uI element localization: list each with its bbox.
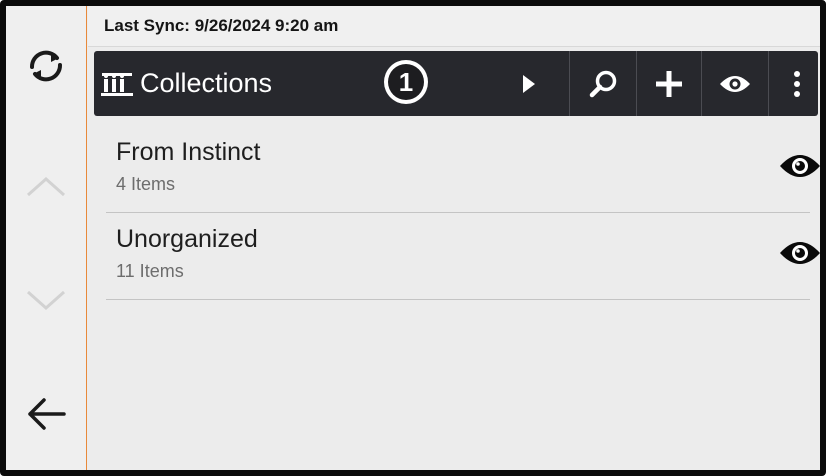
- collection-visibility-toggle[interactable]: [776, 233, 820, 273]
- app-frame: Last Sync: 9/26/2024 9:20 am Collections…: [0, 0, 826, 476]
- eye-icon: [720, 75, 750, 92]
- play-button[interactable]: [504, 51, 554, 116]
- toolbar-title-group: Collections: [100, 51, 272, 116]
- back-button[interactable]: [6, 384, 86, 444]
- callout-number: 1: [388, 64, 424, 100]
- collection-name: From Instinct: [116, 138, 261, 166]
- scroll-down-button[interactable]: [6, 271, 86, 331]
- visibility-button[interactable]: [702, 51, 768, 116]
- chevron-up-icon: [27, 176, 65, 197]
- more-vert-icon: [793, 70, 800, 97]
- search-icon: [589, 70, 617, 97]
- search-button[interactable]: [570, 51, 636, 116]
- back-arrow-icon: [28, 398, 66, 430]
- collections-toolbar: Collections 1: [94, 51, 818, 116]
- add-button[interactable]: [637, 51, 701, 116]
- collection-item-count: 11 Items: [116, 261, 184, 281]
- collections-list: From Instinct 4 Items Unorganized 11 Ite…: [106, 126, 820, 300]
- collection-row[interactable]: Unorganized 11 Items: [106, 213, 820, 300]
- sync-status-bar: Last Sync: 9/26/2024 9:20 am: [88, 6, 820, 47]
- eye-icon: [780, 155, 820, 177]
- sync-button[interactable]: [6, 36, 86, 96]
- collection-name: Unorganized: [116, 225, 258, 253]
- eye-icon: [780, 242, 820, 264]
- callout-marker: 1: [384, 60, 428, 104]
- collection-row[interactable]: From Instinct 4 Items: [106, 126, 820, 213]
- collection-visibility-toggle[interactable]: [776, 146, 820, 186]
- scroll-up-button[interactable]: [6, 156, 86, 216]
- plus-icon: [656, 70, 682, 97]
- sync-icon: [29, 50, 63, 82]
- left-rail: [6, 6, 87, 470]
- collections-icon: [101, 72, 133, 96]
- toolbar-title: Collections: [140, 68, 273, 98]
- more-options-button[interactable]: [769, 51, 820, 116]
- play-icon: [523, 74, 535, 93]
- collection-item-count: 4 Items: [116, 174, 176, 194]
- chevron-down-icon: [27, 290, 65, 311]
- last-sync-text: Last Sync: 9/26/2024 9:20 am: [104, 16, 339, 35]
